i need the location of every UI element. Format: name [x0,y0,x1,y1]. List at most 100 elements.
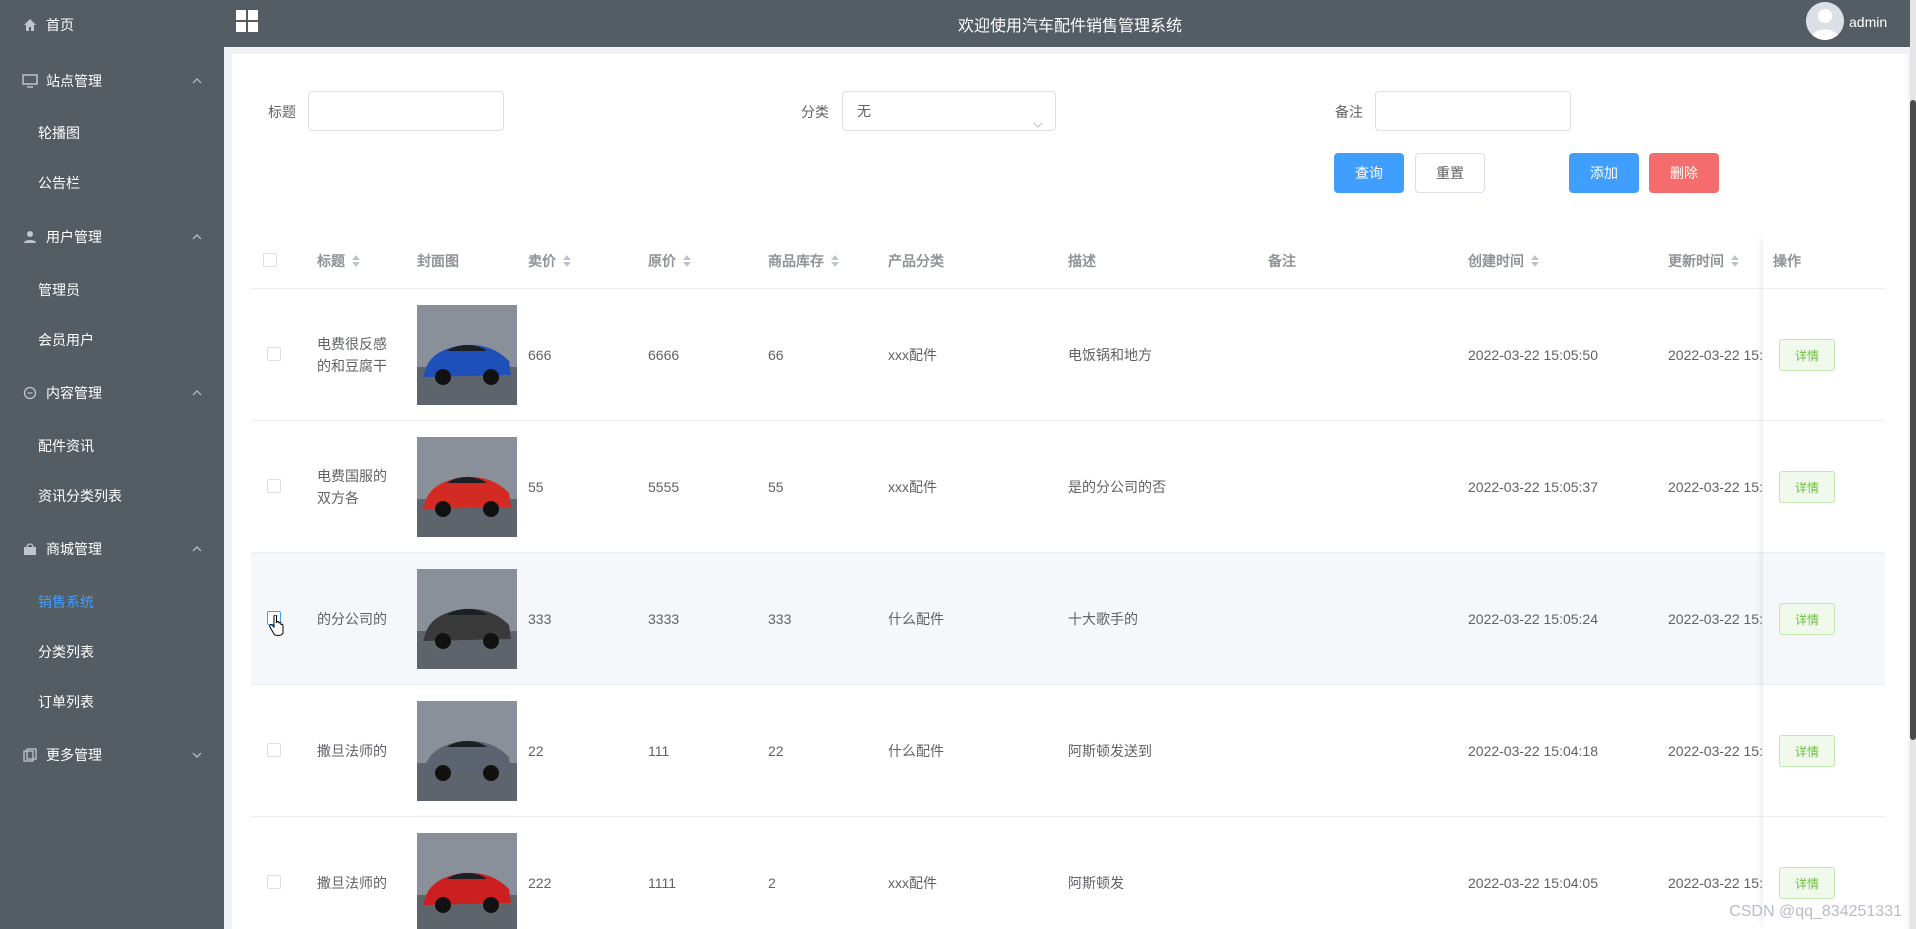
home-icon [22,17,38,33]
category-select-value: 无 [857,103,871,119]
sidebar-item-carousel[interactable]: 轮播图 [0,108,224,158]
cell-original: 5555 [648,479,680,495]
sidebar-group-label: 用户管理 [46,229,102,245]
cell-stock: 55 [768,479,784,495]
sort-icon[interactable] [351,254,361,268]
cell-created: 2022-03-22 15:05:37 [1468,479,1598,495]
cell-title: 撒旦法师的 [317,875,387,891]
sidebar-group-user[interactable]: 用户管理 [0,212,224,262]
row-checkbox[interactable] [267,347,281,361]
col-label: 备注 [1268,252,1296,269]
col-created[interactable]: 创建时间 [1468,233,1540,288]
scrollbar-thumb[interactable] [1910,100,1916,740]
table-row[interactable]: 的分公司的 333 3333 333 什么配件 十大歌手的 2022-03-22 15:05… [251,552,1885,684]
cell-updated: 2022-03-22 15: [1668,743,1763,759]
cell-original: 3333 [648,611,680,627]
sidebar-group-label: 商城管理 [46,541,102,557]
cover-image[interactable] [417,305,517,405]
table-row[interactable]: 撒旦法师的 22 111 22 什么配件 阿斯顿发送到 2022-03-22 15:04:1… [251,684,1885,816]
avatar[interactable] [1806,2,1844,40]
title-label: 标题 [268,104,296,120]
add-button[interactable]: 添加 [1569,153,1639,193]
sidebar-group-more[interactable]: 更多管理 [0,730,224,780]
row-checkbox[interactable] [267,743,281,757]
delete-button[interactable]: 删除 [1649,153,1719,193]
cell-category: xxx配件 [888,347,937,363]
cell-price: 55 [528,479,544,495]
cell-desc: 电饭锅和地方 [1068,347,1152,363]
sidebar-item-label: 分类列表 [38,644,94,660]
sidebar-item-members[interactable]: 会员用户 [0,315,224,365]
sidebar-item-label: 资讯分类列表 [38,488,122,504]
cell-created: 2022-03-22 15:04:05 [1468,875,1598,891]
cover-image[interactable] [417,569,517,669]
chat-icon [22,385,38,401]
cell-remark [1268,553,1448,685]
col-updated[interactable]: 更新时间 [1668,233,1740,288]
cell-original: 111 [648,743,670,759]
sort-icon[interactable] [682,254,692,268]
chevron-up-icon [192,385,202,396]
cell-remark [1268,289,1448,421]
query-button[interactable]: 查询 [1334,153,1404,193]
col-label: 产品分类 [888,252,944,269]
sidebar-item-home[interactable]: 首页 [0,0,224,50]
col-label: 描述 [1068,252,1096,269]
sidebar-item-category-list[interactable]: 分类列表 [0,627,224,677]
vertical-scrollbar[interactable] [1910,0,1916,929]
sidebar-item-sales[interactable]: 销售系统 [0,577,224,627]
sort-icon[interactable] [830,254,840,268]
sidebar-group-label: 内容管理 [46,385,102,401]
sidebar-item-label: 轮播图 [38,125,80,141]
sidebar-group-site[interactable]: 站点管理 [0,56,224,106]
watermark: CSDN @qq_834251331 [1729,903,1902,920]
sidebar-item-label: 管理员 [38,282,80,298]
cell-category: xxx配件 [888,875,937,891]
col-stock[interactable]: 商品库存 [768,233,840,288]
row-checkbox[interactable] [267,875,281,889]
reset-button[interactable]: 重置 [1415,153,1485,193]
sort-icon[interactable] [562,254,572,268]
title-input[interactable] [308,91,504,131]
sidebar-item-orders[interactable]: 订单列表 [0,677,224,727]
sort-icon[interactable] [1730,254,1740,268]
hand-cursor-icon [269,614,285,640]
cell-desc: 十大歌手的 [1068,611,1138,627]
table-row[interactable]: 撒旦法师的 222 1111 2 xxx配件 阿斯顿发 2022-03-22 15:04:0… [251,816,1885,929]
cover-image[interactable] [417,701,517,801]
monitor-icon [22,73,38,89]
cell-desc: 阿斯顿发 [1068,875,1124,891]
col-original[interactable]: 原价 [648,233,692,288]
cell-original: 6666 [648,347,680,363]
cell-category: 什么配件 [888,611,944,627]
sidebar-item-news-category[interactable]: 资讯分类列表 [0,471,224,521]
col-label: 封面图 [417,252,459,269]
col-price[interactable]: 卖价 [528,233,572,288]
col-label: 原价 [648,252,676,269]
cover-image[interactable] [417,833,517,929]
sidebar-item-parts-news[interactable]: 配件资讯 [0,421,224,471]
sort-icon[interactable] [1530,254,1540,268]
sidebar-group-label: 站点管理 [46,73,102,89]
sidebar-group-content[interactable]: 内容管理 [0,368,224,418]
col-title[interactable]: 标题 [317,233,361,288]
sidebar-item-label: 订单列表 [38,694,94,710]
sidebar-item-admin[interactable]: 管理员 [0,265,224,315]
sidebar-item-label: 会员用户 [38,332,94,348]
cell-stock: 333 [768,611,792,627]
cell-original: 1111 [648,875,677,891]
select-all-checkbox[interactable] [263,253,277,267]
table-row[interactable]: 电费国服的双方各 55 5555 55 xxx配件 是的分公司的否 2022-03-22 1… [251,420,1885,552]
fixed-column-shadow [1763,233,1885,929]
sidebar: 首页 站点管理 轮播图 公告栏 用户管理 管理员 会员用户 内容管理 配件资讯 … [0,0,224,929]
cover-image[interactable] [417,437,517,537]
table-row[interactable]: 电费很反感的和豆腐干 666 6666 66 xxx配件 电饭锅和地方 2022-03-22… [251,288,1885,420]
row-checkbox[interactable] [267,479,281,493]
sidebar-group-mall[interactable]: 商城管理 [0,524,224,574]
remark-input[interactable] [1375,91,1571,131]
cell-created: 2022-03-22 15:04:18 [1468,743,1598,759]
cell-stock: 66 [768,347,784,363]
category-select[interactable]: 无 [842,91,1056,131]
username[interactable]: admin [1849,14,1887,30]
sidebar-item-notice[interactable]: 公告栏 [0,158,224,208]
